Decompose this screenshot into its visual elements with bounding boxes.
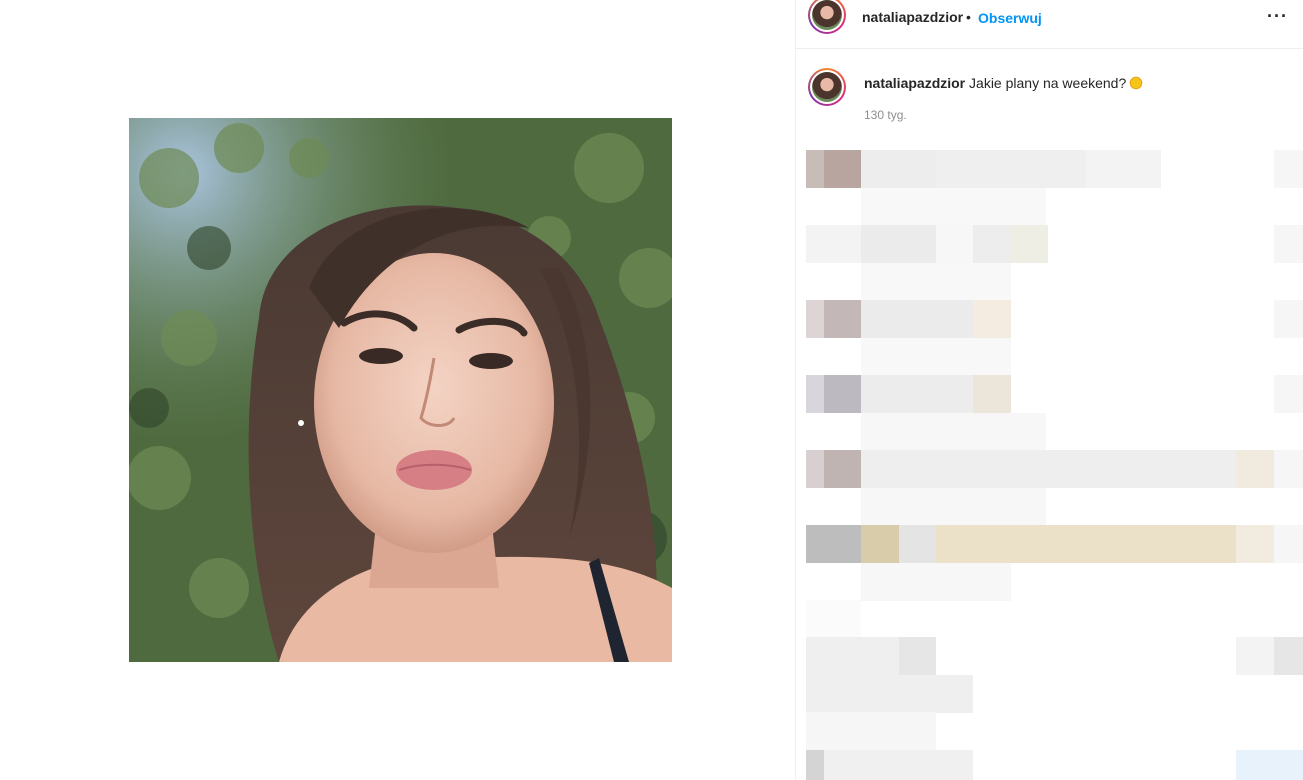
post-header: nataliapazdzior • Obserwuj ··· bbox=[796, 0, 1303, 49]
separator-dot: • bbox=[966, 9, 971, 25]
instagram-post-view: nataliapazdzior • Obserwuj ··· nataliapa… bbox=[0, 0, 1303, 780]
portrait-image bbox=[129, 118, 672, 662]
post-timestamp: 130 tyg. bbox=[864, 108, 907, 122]
post-caption: nataliapazdzior Jakie plany na weekend? bbox=[864, 74, 1284, 92]
caption-username[interactable]: nataliapazdzior bbox=[864, 75, 965, 91]
header-username[interactable]: nataliapazdzior bbox=[862, 9, 963, 25]
more-options-icon[interactable]: ··· bbox=[1267, 6, 1288, 27]
sun-emoji-icon bbox=[1128, 75, 1145, 91]
caption-text: Jakie plany na weekend? bbox=[969, 75, 1127, 91]
header-avatar[interactable] bbox=[808, 0, 846, 34]
caption-avatar[interactable] bbox=[808, 68, 846, 106]
avatar bbox=[812, 72, 842, 102]
blurred-comments-area bbox=[806, 122, 1303, 780]
post-photo[interactable] bbox=[129, 118, 672, 662]
avatar bbox=[812, 0, 842, 30]
post-side-panel: nataliapazdzior • Obserwuj ··· nataliapa… bbox=[795, 0, 1303, 780]
follow-button[interactable]: Obserwuj bbox=[978, 10, 1042, 26]
media-area bbox=[0, 0, 795, 780]
